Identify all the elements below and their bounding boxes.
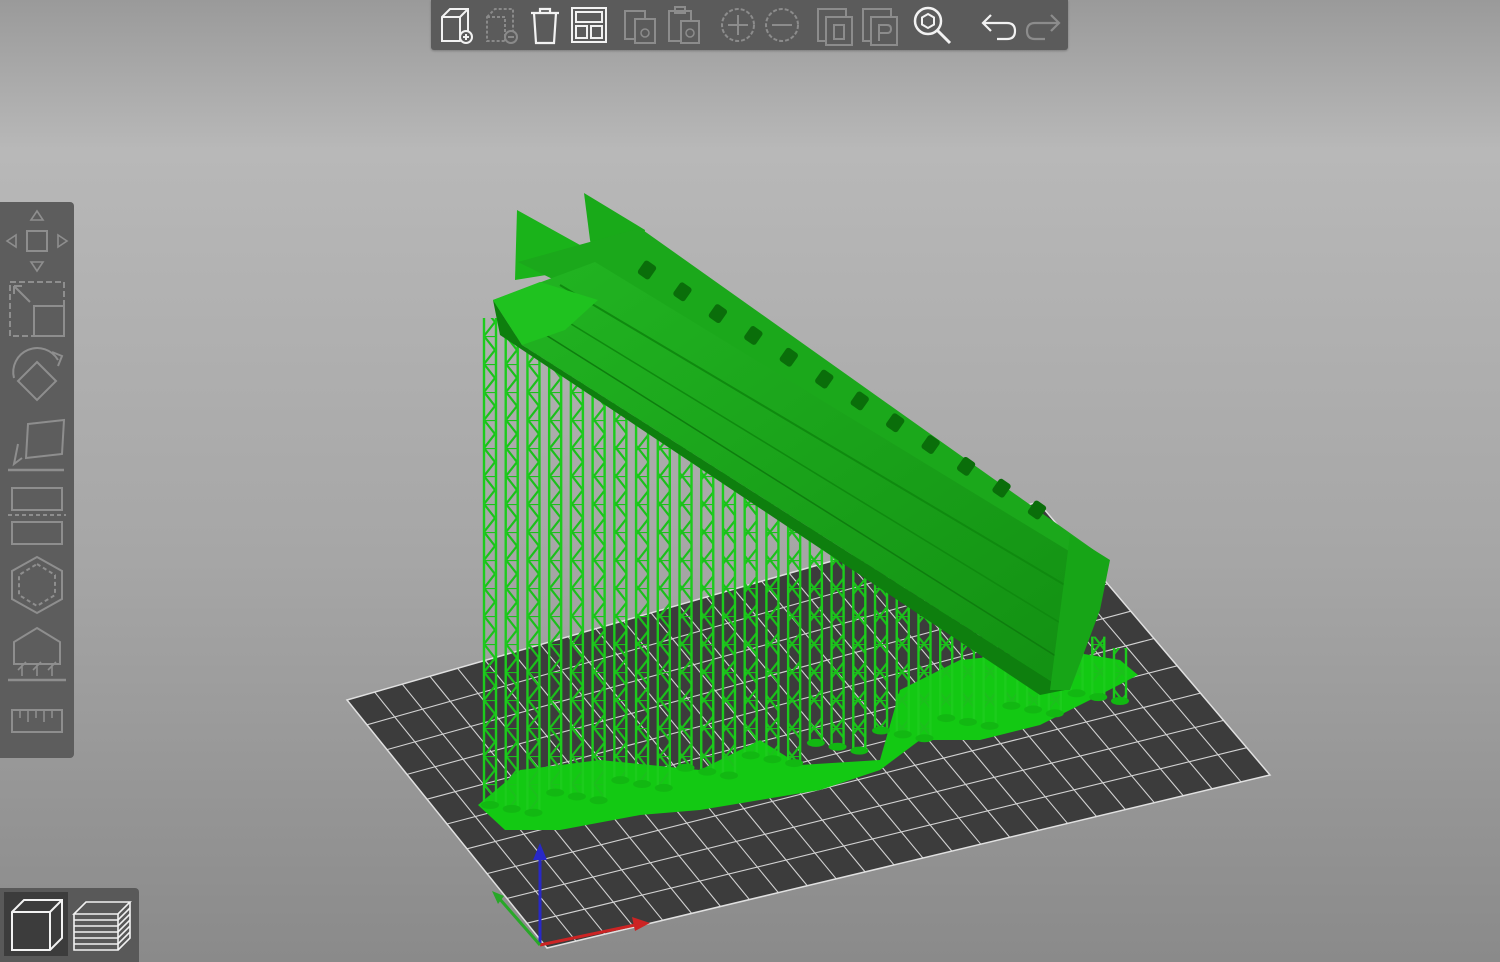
delete-object-icon[interactable] xyxy=(479,3,523,47)
sla-support-points-icon[interactable] xyxy=(4,622,70,688)
delete-all-icon[interactable] xyxy=(523,3,567,47)
measure-icon[interactable] xyxy=(4,696,70,746)
place-on-face-icon[interactable] xyxy=(4,414,70,480)
view-mode-switcher xyxy=(0,888,139,962)
paste-icon[interactable] xyxy=(663,3,707,47)
add-object-icon[interactable] xyxy=(434,3,478,47)
scale-icon[interactable] xyxy=(4,276,70,342)
add-instance-icon[interactable] xyxy=(716,3,760,47)
remove-instance-icon[interactable] xyxy=(760,3,804,47)
main-toolbar xyxy=(431,0,1068,50)
layer-preview-icon[interactable] xyxy=(70,892,134,956)
gizmo-sidebar xyxy=(0,202,74,758)
arrange-icon[interactable] xyxy=(567,3,611,47)
3d-view-icon[interactable] xyxy=(4,892,68,956)
cut-icon[interactable] xyxy=(4,482,70,548)
split-to-parts-icon[interactable] xyxy=(859,3,903,47)
3d-viewport[interactable] xyxy=(0,0,1500,962)
redo-icon[interactable] xyxy=(1021,3,1065,47)
hollow-icon[interactable] xyxy=(4,552,70,618)
rotate-icon[interactable] xyxy=(4,344,70,412)
undo-icon[interactable] xyxy=(977,3,1021,47)
copy-icon[interactable] xyxy=(619,3,663,47)
move-icon[interactable] xyxy=(4,208,70,274)
search-icon[interactable] xyxy=(910,3,954,47)
split-to-objects-icon[interactable] xyxy=(814,3,858,47)
